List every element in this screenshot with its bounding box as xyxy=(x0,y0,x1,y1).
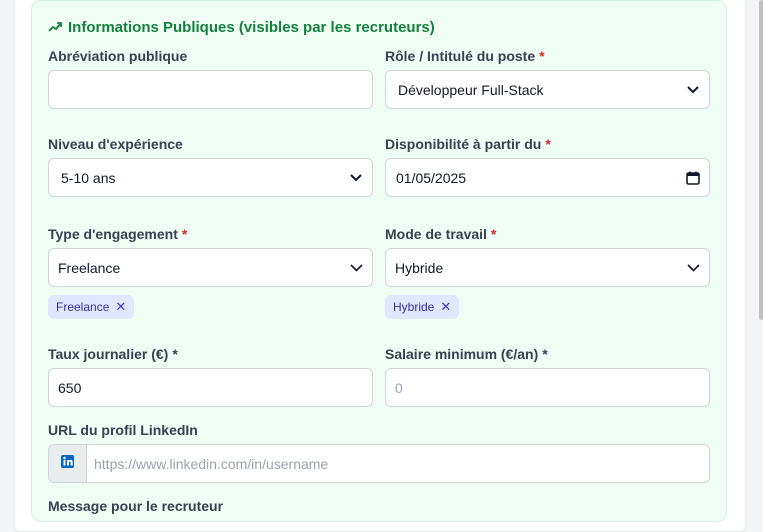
min-salary-input[interactable]: 0 xyxy=(385,368,710,407)
close-icon[interactable]: ✕ xyxy=(115,299,126,315)
min-salary-label: Salaire minimum (€/an) * xyxy=(385,346,548,362)
linkedin-url-input[interactable]: https://www.linkedin.com/in/username xyxy=(86,444,710,483)
experience-label: Niveau d'expérience xyxy=(48,136,183,152)
availability-date-input[interactable]: 01/05/2025 xyxy=(385,158,710,197)
chevron-down-icon xyxy=(677,85,709,94)
availability-label: Disponibilité à partir du * xyxy=(385,136,551,152)
linkedin-icon xyxy=(61,454,74,473)
linkedin-label: URL du profil LinkedIn xyxy=(48,422,198,438)
experience-select[interactable]: 5-10 ans xyxy=(48,158,373,197)
abbreviation-input[interactable] xyxy=(48,70,373,109)
engagement-select[interactable]: Freelance xyxy=(48,248,373,287)
daily-rate-label: Taux journalier (€) * xyxy=(48,346,178,362)
work-mode-label: Mode de travail * xyxy=(385,226,497,242)
section-title-text: Informations Publiques (visibles par les… xyxy=(68,18,435,36)
calendar-icon[interactable] xyxy=(677,171,709,185)
close-icon[interactable]: ✕ xyxy=(440,299,451,315)
chevron-down-icon xyxy=(340,173,372,182)
role-select[interactable]: Développeur Full-Stack xyxy=(385,70,710,109)
engagement-label: Type d'engagement * xyxy=(48,226,188,242)
daily-rate-input[interactable]: 650 xyxy=(48,368,373,407)
work-mode-select[interactable]: Hybride xyxy=(385,248,710,287)
trending-up-icon xyxy=(48,21,62,33)
section-title: Informations Publiques (visibles par les… xyxy=(48,18,435,36)
message-label: Message pour le recruteur xyxy=(48,498,224,514)
abbreviation-label: Abréviation publique xyxy=(48,48,188,64)
scrollbar[interactable] xyxy=(759,0,763,320)
work-mode-chip: Hybride ✕ xyxy=(385,295,460,319)
chevron-down-icon xyxy=(340,263,372,272)
linkedin-addon xyxy=(48,444,86,483)
chevron-down-icon xyxy=(677,263,709,272)
role-label: Rôle / Intitulé du poste * xyxy=(385,48,545,64)
engagement-chip: Freelance ✕ xyxy=(48,295,135,319)
